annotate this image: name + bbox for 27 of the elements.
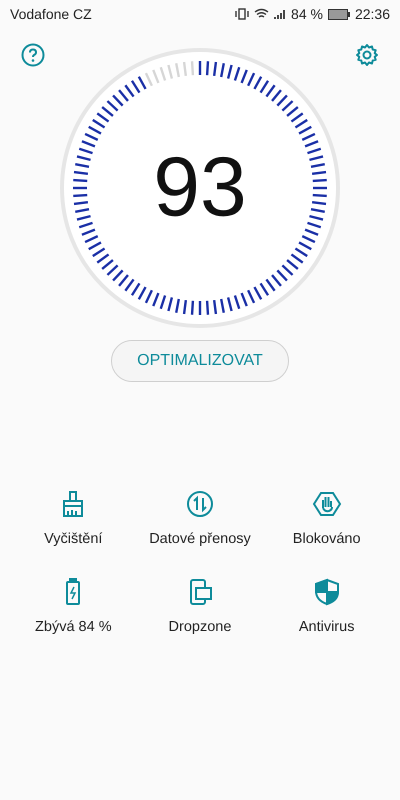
battery-percent: 84 %: [291, 6, 323, 22]
tool-label: Antivirus: [298, 619, 354, 635]
hand-block-icon: [312, 489, 342, 519]
tool-shortcut[interactable]: Datové přenosy: [136, 489, 264, 547]
clock-time: 22:36: [354, 6, 390, 22]
tool-shortcut[interactable]: Dropzone: [136, 577, 264, 635]
settings-button[interactable]: [354, 42, 380, 68]
battery-icon: [328, 8, 350, 20]
signal-icon: [274, 8, 286, 20]
transfer-icon: [184, 489, 215, 519]
vibrate-icon: [235, 8, 250, 20]
score-value: 93: [153, 144, 247, 228]
help-icon: [21, 43, 45, 67]
tool-label: Datové přenosy: [149, 531, 251, 547]
wifi-icon: [254, 8, 270, 20]
optimize-button[interactable]: OPTIMALIZOVAT: [111, 340, 289, 382]
tool-shortcut[interactable]: Zbývá 84 %: [10, 577, 137, 635]
tool-label: Zbývá 84 %: [35, 619, 112, 635]
tool-label: Vyčištění: [44, 531, 102, 547]
settings-icon: [355, 43, 379, 67]
carrier-name: Vodafone CZ: [10, 6, 92, 22]
tool-label: Blokováno: [292, 531, 361, 547]
tool-shortcut[interactable]: Vyčištění: [10, 489, 137, 547]
tool-label: Dropzone: [168, 619, 232, 635]
tool-shortcut[interactable]: Blokováno: [263, 489, 390, 547]
tool-shortcut[interactable]: Antivirus: [263, 577, 390, 635]
help-button[interactable]: [20, 42, 46, 68]
